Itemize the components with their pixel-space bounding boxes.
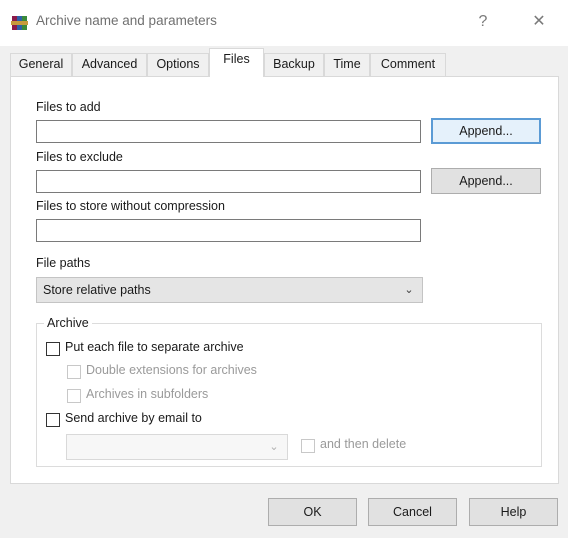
files-store-uncompressed-input[interactable] [36, 219, 421, 242]
tab-comment[interactable]: Comment [370, 53, 446, 76]
window-title: Archive name and parameters [36, 13, 217, 28]
tab-backup[interactable]: Backup [264, 53, 324, 76]
files-to-exclude-label: Files to exclude [36, 150, 123, 164]
send-email-label: Send archive by email to [65, 411, 202, 425]
email-address-select[interactable]: ⌄ [66, 434, 288, 460]
archives-in-subfolders-label: Archives in subfolders [86, 387, 209, 401]
double-extensions-checkbox[interactable] [67, 365, 81, 379]
cancel-button[interactable]: Cancel [368, 498, 457, 526]
files-to-exclude-input[interactable] [36, 170, 421, 193]
files-to-add-label: Files to add [36, 100, 101, 114]
tab-advanced[interactable]: Advanced [72, 53, 147, 76]
winrar-books-icon [11, 16, 28, 30]
close-icon[interactable]: ✕ [528, 11, 550, 33]
tab-strip: General Advanced Options Files Backup Ti… [10, 46, 558, 77]
file-paths-label: File paths [36, 256, 91, 270]
tab-options[interactable]: Options [147, 53, 209, 76]
title-bar: Archive name and parameters ? ✕ [0, 0, 568, 46]
tab-files[interactable]: Files [209, 48, 264, 77]
chevron-down-icon: ⌄ [404, 284, 414, 296]
ok-button[interactable]: OK [268, 498, 357, 526]
dialog-window: Archive name and parameters ? ✕ General … [0, 0, 568, 538]
archives-in-subfolders-checkbox[interactable] [67, 389, 81, 403]
file-paths-select[interactable]: Store relative paths ⌄ [36, 277, 423, 303]
tab-general[interactable]: General [10, 53, 72, 76]
files-to-add-input[interactable] [36, 120, 421, 143]
archive-group-legend: Archive [44, 316, 92, 330]
append-files-to-exclude-button[interactable]: Append... [431, 168, 541, 194]
send-email-checkbox[interactable] [46, 413, 60, 427]
then-delete-checkbox[interactable] [301, 439, 315, 453]
separate-archive-checkbox[interactable] [46, 342, 60, 356]
then-delete-label: and then delete [320, 437, 407, 451]
files-store-uncompressed-label: Files to store without compression [36, 199, 225, 213]
help-icon[interactable]: ? [472, 11, 494, 33]
separate-archive-label: Put each file to separate archive [65, 340, 244, 354]
double-extensions-label: Double extensions for archives [86, 363, 257, 377]
append-files-to-add-button[interactable]: Append... [431, 118, 541, 144]
help-button[interactable]: Help [469, 498, 558, 526]
tab-time[interactable]: Time [324, 53, 370, 76]
file-paths-selected-value: Store relative paths [43, 283, 151, 297]
chevron-down-icon: ⌄ [269, 441, 279, 453]
